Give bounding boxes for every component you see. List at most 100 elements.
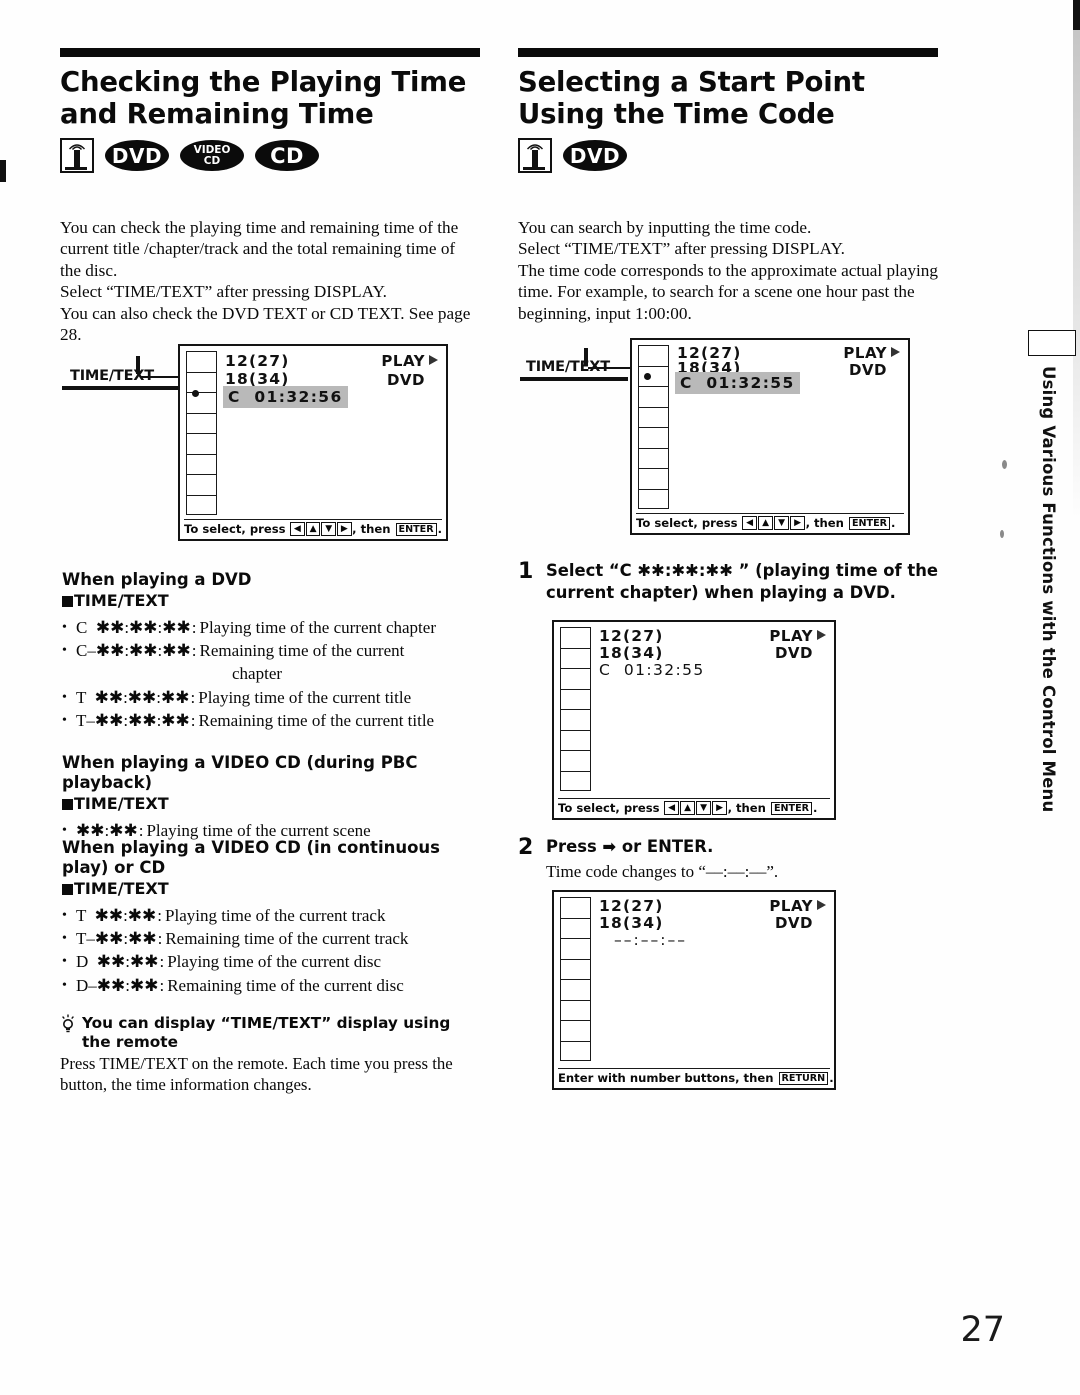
control-menu-cell[interactable] bbox=[560, 999, 591, 1020]
control-menu-cell[interactable] bbox=[560, 770, 591, 791]
section-vcd-cd-mode: TIME/TEXT bbox=[62, 879, 482, 899]
control-menu-cell[interactable] bbox=[560, 709, 591, 730]
side-tab-box bbox=[1028, 330, 1076, 356]
osd-status: PLAY bbox=[843, 344, 900, 362]
section-dvd-heading: When playing a DVD bbox=[62, 570, 252, 589]
arrow-down-key-icon[interactable]: ▼ bbox=[696, 801, 712, 815]
osd-line-time: C 01:32:56 bbox=[225, 388, 346, 406]
control-menu-cell[interactable] bbox=[560, 668, 591, 689]
control-menu-cell[interactable] bbox=[638, 345, 669, 366]
control-menu-cell[interactable] bbox=[186, 412, 217, 433]
footer-mid-text: , then bbox=[352, 522, 391, 536]
left-column: Checking the Playing Time and Remaining … bbox=[60, 48, 480, 345]
callout-riser bbox=[136, 356, 140, 374]
arrow-right-key-icon[interactable]: ▶ bbox=[790, 516, 806, 530]
bullet-icon: • bbox=[62, 954, 67, 970]
arrow-left-key-icon[interactable]: ◀ bbox=[742, 516, 758, 530]
control-menu-cell[interactable] bbox=[638, 468, 669, 489]
control-menu-cell[interactable] bbox=[638, 386, 669, 407]
footer-pre-text: Enter with number buttons, then bbox=[558, 1071, 774, 1085]
footer-post-text: . bbox=[891, 516, 896, 530]
colon-separator: : bbox=[159, 975, 165, 995]
control-menu-column bbox=[186, 351, 217, 515]
bullet-icon: • bbox=[62, 931, 67, 947]
colon-separator: : bbox=[157, 929, 163, 949]
time-format-desc: Remaining time of the current disc bbox=[167, 975, 404, 995]
arrow-up-key-icon[interactable]: ▲ bbox=[305, 522, 321, 536]
step-1-text: Select “C ✱✱:✱✱:✱✱ ” (playing time of th… bbox=[546, 561, 938, 602]
colon-separator: : bbox=[190, 687, 196, 707]
control-menu-cell[interactable] bbox=[560, 627, 591, 648]
control-menu-cell[interactable] bbox=[638, 447, 669, 468]
title-rule bbox=[518, 48, 938, 57]
control-menu-cell[interactable] bbox=[186, 371, 217, 392]
lightbulb-icon bbox=[60, 1014, 76, 1034]
control-menu-cell[interactable] bbox=[186, 474, 217, 495]
arrow-down-key-icon[interactable]: ▼ bbox=[774, 516, 790, 530]
control-menu-cell[interactable] bbox=[638, 488, 669, 509]
play-triangle-icon bbox=[891, 347, 900, 357]
time-format-code: D ✱✱:✱✱ bbox=[76, 952, 159, 972]
enter-key-icon[interactable]: ENTER bbox=[848, 516, 891, 530]
osd-time-highlight: C 01:32:56 bbox=[225, 388, 346, 406]
remote-base bbox=[65, 167, 87, 170]
control-menu-cell[interactable] bbox=[638, 365, 669, 386]
control-menu-cell[interactable] bbox=[186, 494, 217, 515]
list-item: • T–✱✱:✱✱: Remaining time of the current t… bbox=[62, 928, 482, 950]
footer-post-text: . bbox=[437, 522, 443, 536]
footer-post-text: . bbox=[813, 801, 818, 815]
control-menu-cell[interactable] bbox=[638, 427, 669, 448]
remote-body bbox=[74, 150, 80, 167]
osd-line-title: 12(27) bbox=[225, 352, 290, 370]
osd-status: PLAY bbox=[381, 352, 438, 370]
side-tab: Using Various Functions with the Control… bbox=[1028, 330, 1076, 812]
arrow-left-key-icon[interactable]: ◀ bbox=[290, 522, 305, 536]
footer-pre-text: To select, press bbox=[636, 516, 738, 530]
time-format-desc: Playing time of the current track bbox=[165, 906, 386, 925]
arrow-right-key-icon[interactable]: ▶ bbox=[712, 801, 728, 815]
bullet-icon: • bbox=[62, 712, 67, 728]
control-menu-cell[interactable] bbox=[560, 1020, 591, 1041]
arrow-up-key-icon[interactable]: ▲ bbox=[680, 801, 696, 815]
arrow-up-key-icon[interactable]: ▲ bbox=[758, 516, 774, 530]
section-vcd-cd-heading: When playing a VIDEO CD (in continuous p… bbox=[62, 838, 441, 877]
control-menu-cell[interactable] bbox=[186, 453, 217, 474]
colon-separator: : bbox=[157, 906, 163, 925]
control-menu-cell[interactable] bbox=[560, 897, 591, 918]
colon-separator: : bbox=[191, 641, 197, 661]
osd-line-chapter: 18(34) bbox=[599, 914, 664, 932]
control-menu-cell[interactable] bbox=[560, 729, 591, 750]
disc-badges-right: DVD bbox=[518, 138, 938, 173]
time-format-code: T–✱✱:✱✱ bbox=[76, 929, 157, 949]
return-key-icon[interactable]: RETURN bbox=[778, 1071, 829, 1085]
enter-key-icon[interactable]: ENTER bbox=[395, 522, 437, 536]
control-menu-cell[interactable] bbox=[186, 392, 217, 413]
control-menu-cell[interactable] bbox=[560, 750, 591, 771]
control-menu-cell[interactable] bbox=[560, 688, 591, 709]
footer-mid-text: , then bbox=[805, 516, 844, 530]
enter-key-icon[interactable]: ENTER bbox=[770, 801, 813, 815]
cursor-dot bbox=[192, 390, 199, 397]
mode-label: TIME/TEXT bbox=[74, 879, 169, 898]
control-menu-cell[interactable] bbox=[560, 938, 591, 959]
page-number: 27 bbox=[960, 1310, 1005, 1350]
osd-line-time: C 01:32:55 bbox=[599, 661, 705, 679]
control-menu-cell[interactable] bbox=[560, 917, 591, 938]
control-menu-cell[interactable] bbox=[560, 1040, 591, 1061]
osd-disc-type: DVD bbox=[774, 914, 813, 932]
arrow-left-key-icon[interactable]: ◀ bbox=[664, 801, 680, 815]
control-menu-cell[interactable] bbox=[638, 406, 669, 427]
control-menu-cell[interactable] bbox=[560, 979, 591, 1000]
dvd-badge: DVD bbox=[105, 140, 169, 171]
control-menu-cell[interactable] bbox=[560, 647, 591, 668]
control-menu-cell[interactable] bbox=[560, 958, 591, 979]
control-menu-cell[interactable] bbox=[186, 351, 217, 372]
control-menu-cell[interactable] bbox=[186, 433, 217, 454]
bullet-icon: • bbox=[62, 689, 67, 705]
arrow-down-key-icon[interactable]: ▼ bbox=[321, 522, 336, 536]
arrow-right-key-icon[interactable]: ▶ bbox=[336, 522, 352, 536]
right-intro-text: You can search by inputting the time cod… bbox=[518, 218, 938, 323]
osd-status-label: PLAY bbox=[843, 344, 887, 362]
step-1-number: 1 bbox=[518, 559, 534, 584]
footer-post-text: . bbox=[829, 1071, 834, 1085]
